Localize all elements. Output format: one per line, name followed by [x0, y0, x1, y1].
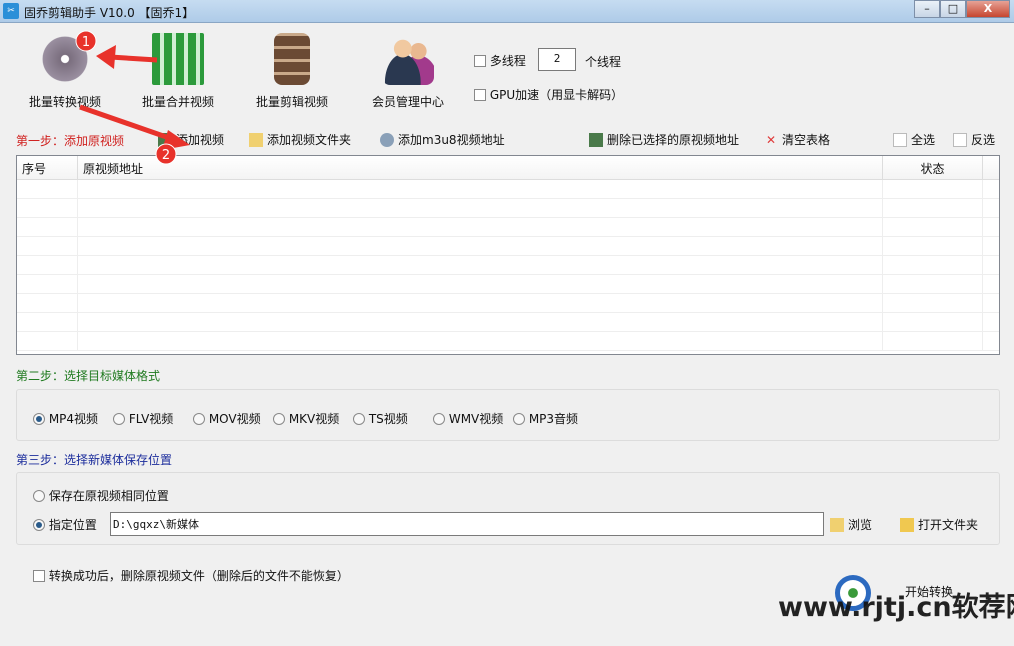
arrow-1 — [109, 54, 158, 63]
annotation-overlay: 1 2 — [75, 30, 190, 165]
badge-2-text: 2 — [162, 148, 170, 163]
arrow-2 — [79, 104, 176, 143]
arrow-1-head — [96, 45, 116, 69]
badge-1-text: 1 — [82, 35, 90, 50]
